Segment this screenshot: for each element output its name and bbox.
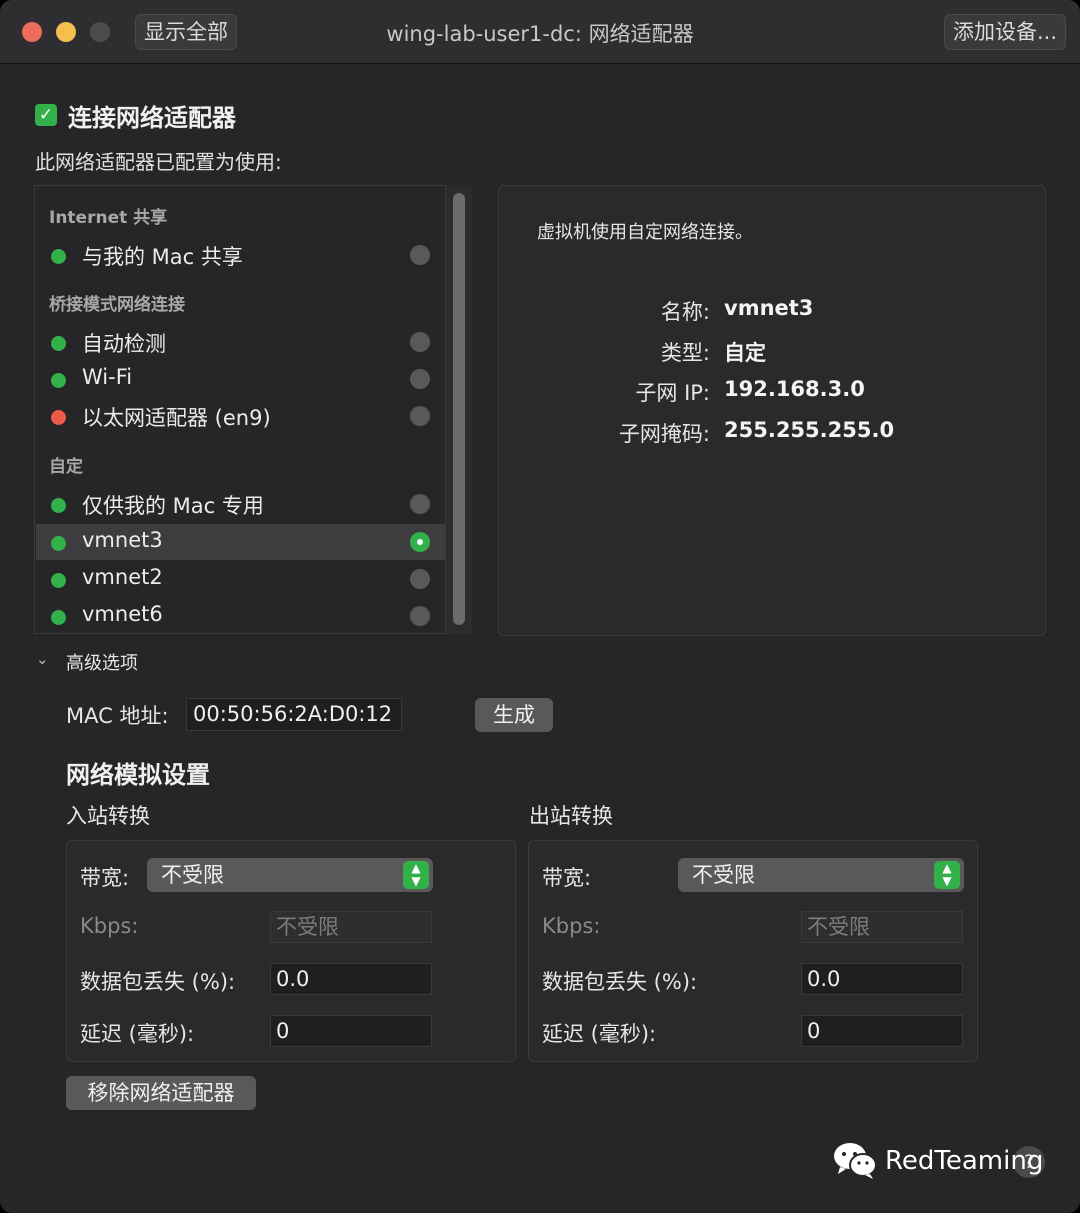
- radio-button[interactable]: [410, 369, 430, 389]
- outbound-kbps-field: 不受限: [801, 911, 963, 943]
- inbound-packet-loss-label: 数据包丢失 (%):: [80, 970, 236, 994]
- inbound-bandwidth-select[interactable]: 不受限 ▲ ▼: [147, 858, 433, 892]
- title-bar: 显示全部 wing-lab-user1-dc: 网络适配器 添加设备...: [0, 0, 1080, 64]
- list-item-label: vmnet3: [82, 528, 163, 552]
- network-info-panel: [498, 185, 1046, 636]
- status-dot-green: [51, 249, 66, 264]
- network-adapter-window: 显示全部 wing-lab-user1-dc: 网络适配器 添加设备... ✓ …: [0, 0, 1080, 1213]
- outbound-bandwidth-select[interactable]: 不受限 ▲ ▼: [678, 858, 964, 892]
- updown-arrows-icon: ▲ ▼: [403, 861, 429, 889]
- outbound-latency-label: 延迟 (毫秒):: [542, 1022, 657, 1046]
- list-item-vmnet6[interactable]: vmnet6: [36, 598, 445, 634]
- info-name-key: 名称:: [660, 300, 710, 324]
- list-item-label: 以太网适配器 (en9): [82, 406, 271, 430]
- advanced-options-toggle[interactable]: 高级选项: [66, 649, 138, 675]
- list-item-label: vmnet6: [82, 602, 163, 626]
- inbound-kbps-label: Kbps:: [80, 914, 139, 938]
- group-header-bridged: 桥接模式网络连接: [49, 295, 185, 315]
- outbound-latency-field[interactable]: 0: [801, 1015, 963, 1047]
- status-dot-green: [51, 536, 66, 551]
- status-dot-green: [51, 373, 66, 388]
- status-dot-green: [51, 498, 66, 513]
- window-title: wing-lab-user1-dc: 网络适配器: [386, 22, 694, 46]
- outbound-kbps-label: Kbps:: [542, 914, 601, 938]
- status-dot-green: [51, 573, 66, 588]
- inbound-section-label: 入站转换: [66, 804, 150, 828]
- list-item-wifi[interactable]: Wi-Fi: [36, 361, 445, 397]
- inbound-latency-field[interactable]: 0: [270, 1015, 432, 1047]
- list-item-label: Wi-Fi: [82, 365, 133, 389]
- adapter-list-scroll-thumb[interactable]: [453, 193, 465, 625]
- radio-button[interactable]: [410, 406, 430, 426]
- status-dot-green: [51, 336, 66, 351]
- radio-button[interactable]: [410, 606, 430, 626]
- list-item-label: 自动检测: [82, 332, 166, 356]
- configured-for-label: 此网络适配器已配置为使用:: [35, 150, 282, 174]
- info-subnet-ip-key: 子网 IP:: [635, 381, 710, 405]
- list-item-share-with-mac[interactable]: 与我的 Mac 共享: [36, 237, 445, 273]
- status-dot-green: [51, 610, 66, 625]
- info-type-value: 自定: [724, 341, 766, 365]
- group-header-internet-sharing: Internet 共享: [49, 208, 168, 228]
- info-type-key: 类型:: [660, 341, 710, 365]
- info-subnet-mask-key: 子网掩码:: [618, 422, 710, 446]
- outbound-packet-loss-field[interactable]: 0.0: [801, 963, 963, 995]
- network-simulation-title: 网络模拟设置: [66, 761, 210, 789]
- inbound-bandwidth-label: 带宽:: [80, 866, 130, 890]
- list-item-private-to-mac[interactable]: 仅供我的 Mac 专用: [36, 486, 445, 522]
- network-description: 虚拟机使用自定网络连接。: [537, 222, 753, 243]
- outbound-bandwidth-label: 带宽:: [542, 866, 592, 890]
- radio-button-selected[interactable]: [410, 532, 430, 552]
- outbound-packet-loss-label: 数据包丢失 (%):: [542, 970, 698, 994]
- list-item-ethernet-en9[interactable]: 以太网适配器 (en9): [36, 398, 445, 434]
- inbound-kbps-field: 不受限: [270, 911, 432, 943]
- outbound-bandwidth-value: 不受限: [692, 863, 755, 887]
- wechat-icon: [834, 1143, 877, 1179]
- radio-button[interactable]: [410, 569, 430, 589]
- list-item-label: vmnet2: [82, 565, 163, 589]
- list-item-vmnet2[interactable]: vmnet2: [36, 561, 445, 597]
- outbound-section-label: 出站转换: [529, 804, 613, 828]
- radio-button[interactable]: [410, 332, 430, 352]
- inbound-latency-label: 延迟 (毫秒):: [80, 1022, 195, 1046]
- remove-adapter-button[interactable]: 移除网络适配器: [66, 1076, 256, 1110]
- list-item-label: 与我的 Mac 共享: [82, 245, 243, 269]
- add-device-button[interactable]: 添加设备...: [943, 14, 1066, 50]
- group-header-custom: 自定: [49, 457, 83, 477]
- status-dot-red: [51, 410, 66, 425]
- list-item-vmnet3[interactable]: vmnet3: [36, 524, 445, 560]
- generate-mac-button[interactable]: 生成: [475, 698, 553, 732]
- mac-address-label: MAC 地址:: [66, 704, 169, 728]
- inbound-bandwidth-value: 不受限: [161, 863, 224, 887]
- radio-button[interactable]: [410, 494, 430, 514]
- mac-address-field[interactable]: 00:50:56:2A:D0:12: [186, 698, 402, 731]
- info-subnet-ip-value: 192.168.3.0: [724, 377, 865, 401]
- connect-adapter-checkbox[interactable]: ✓: [35, 104, 57, 126]
- list-item-autodetect[interactable]: 自动检测: [36, 324, 445, 360]
- connect-adapter-label[interactable]: 连接网络适配器: [68, 98, 236, 133]
- chevron-down-icon[interactable]: ⌄: [36, 650, 49, 668]
- info-subnet-mask-value: 255.255.255.0: [724, 418, 895, 442]
- radio-button[interactable]: [410, 245, 430, 265]
- inbound-packet-loss-field[interactable]: 0.0: [270, 963, 432, 995]
- updown-arrows-icon: ▲ ▼: [934, 861, 960, 889]
- list-item-label: 仅供我的 Mac 专用: [82, 494, 264, 518]
- info-name-value: vmnet3: [724, 296, 814, 320]
- watermark-text: RedTeaming: [885, 1146, 1044, 1176]
